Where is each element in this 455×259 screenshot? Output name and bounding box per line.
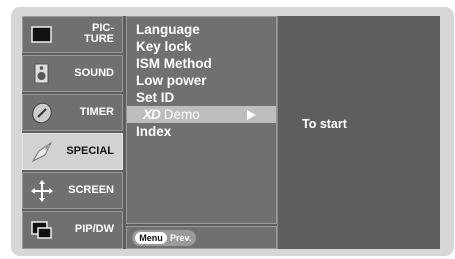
detail-pane: To start xyxy=(277,16,440,249)
nav-item-label: PIC- TURE xyxy=(84,22,114,45)
nav-item-screen[interactable]: SCREEN xyxy=(22,172,123,209)
prev-label: Prev. xyxy=(170,233,192,243)
osd-menu: PIC- TURE SOUND TIMER SPECIAL SCREEN PIP… xyxy=(22,16,440,249)
pip-icon xyxy=(31,219,53,241)
menu-item-label: Set ID xyxy=(136,90,175,105)
menu-key-label: Menu xyxy=(135,232,167,244)
nav-item-label: PIP/DW xyxy=(74,223,114,235)
nav-item-label: SCREEN xyxy=(68,184,114,196)
menu-item-language[interactable]: Language xyxy=(127,21,276,38)
picture-icon xyxy=(31,24,53,46)
menu-item-index[interactable]: Index xyxy=(127,123,276,140)
to-start-text: To start xyxy=(302,117,347,131)
special-submenu: Language Key lock ISM Method Low power S… xyxy=(126,16,277,224)
menu-item-label: Index xyxy=(136,124,172,139)
speaker-icon xyxy=(31,63,53,85)
menu-item-xd-demo[interactable]: XD Demo xyxy=(127,106,276,123)
menu-item-label: Low power xyxy=(136,73,207,88)
menu-item-key-lock[interactable]: Key lock xyxy=(127,38,276,55)
menu-item-label: ISM Method xyxy=(136,56,212,71)
nav-item-label: SOUND xyxy=(74,67,114,79)
menu-item-label: Language xyxy=(136,22,200,37)
menu-item-ism-method[interactable]: ISM Method xyxy=(127,55,276,72)
nav-item-special[interactable]: SPECIAL xyxy=(22,133,123,170)
menu-item-label: Demo xyxy=(163,107,200,122)
clock-icon xyxy=(31,102,53,124)
nav-item-picture[interactable]: PIC- TURE xyxy=(22,16,123,53)
xd-logo: XD xyxy=(143,107,161,122)
nav-item-label: TIMER xyxy=(79,106,114,118)
nav-item-pip[interactable]: PIP/DW xyxy=(22,211,123,249)
submenu-arrow-icon xyxy=(247,110,256,120)
screen-move-icon xyxy=(31,180,53,202)
menu-prev-hint[interactable]: Menu Prev. xyxy=(132,230,196,246)
menu-item-label: Key lock xyxy=(136,39,192,54)
nav-item-sound[interactable]: SOUND xyxy=(22,55,123,92)
nav-item-label: SPECIAL xyxy=(66,145,114,157)
nav-item-timer[interactable]: TIMER xyxy=(22,94,123,131)
special-icon xyxy=(31,141,53,163)
menu-item-set-id[interactable]: Set ID xyxy=(127,89,276,106)
menu-item-low-power[interactable]: Low power xyxy=(127,72,276,89)
hint-bar: Menu Prev. xyxy=(126,226,277,249)
